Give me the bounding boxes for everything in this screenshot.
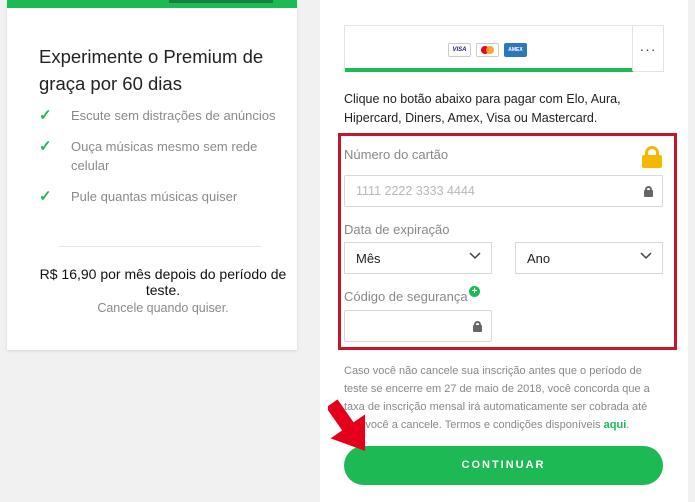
year-select[interactable]: Ano [515,242,663,274]
check-icon: ✓ [39,138,52,155]
card-number-placeholder: 1111 2222 3333 4444 [356,184,475,198]
feature-text: Escute sem distrações de anúncios [71,108,276,123]
feature-text: Ouça músicas mesmo sem rede celular [71,139,258,173]
legal-end: . [626,419,630,431]
legal-text: Caso você não cancele sua inscrição ante… [344,362,662,434]
premium-promo-card: Experimente o Premium de graça por 60 di… [7,0,297,350]
payment-instructions: Clique no botão abaixo para pagar com El… [344,92,621,125]
feature-item: ✓ Pule quantas músicas quiser [39,187,279,206]
more-options-button[interactable]: ··· [632,26,663,71]
security-code-label: Código de segurança [344,289,468,304]
check-icon: ✓ [39,107,52,124]
padlock-icon [642,146,662,168]
divider [59,246,261,247]
feature-item: ✓ Escute sem distrações de anúncios [39,106,279,125]
red-arrow-icon [328,399,366,451]
feature-list: ✓ Escute sem distrações de anúncios ✓ Ou… [39,106,279,206]
card-brand-logos: VISA AMEX [448,43,527,57]
month-value: Mês [356,251,381,266]
mastercard-icon [476,43,499,57]
active-tab-indicator [345,68,633,72]
chevron-down-icon [469,252,481,260]
promo-title: Experimente o Premium de graça por 60 di… [39,46,264,94]
lock-icon [473,321,482,332]
terms-link[interactable]: aqui [604,419,627,431]
visa-icon: VISA [448,43,471,57]
check-icon: ✓ [39,188,52,205]
chevron-down-icon [640,252,652,260]
expiry-label: Data de expiração [344,222,450,237]
year-value: Ano [527,251,551,266]
feature-item: ✓ Ouça músicas mesmo sem rede celular [39,137,279,175]
amex-icon: AMEX [504,43,527,57]
card-number-label: Número do cartão [344,147,449,162]
cancel-note: Cancele quando quiser. [97,301,229,315]
continue-button[interactable]: CONTINUAR [344,446,663,485]
month-select[interactable]: Mês [344,242,492,274]
feature-text: Pule quantas músicas quiser [71,189,238,204]
info-plus-icon[interactable]: + [469,286,480,297]
promo-top-bar [7,0,297,8]
tab-credit-card[interactable]: VISA AMEX [345,26,633,72]
security-code-input[interactable] [344,310,492,342]
payment-method-selector: VISA AMEX ··· [344,25,664,72]
price-text: R$ 16,90 por mês depois do período de te… [39,266,287,298]
lock-icon [644,186,653,197]
card-number-input[interactable]: 1111 2222 3333 4444 [344,175,663,207]
